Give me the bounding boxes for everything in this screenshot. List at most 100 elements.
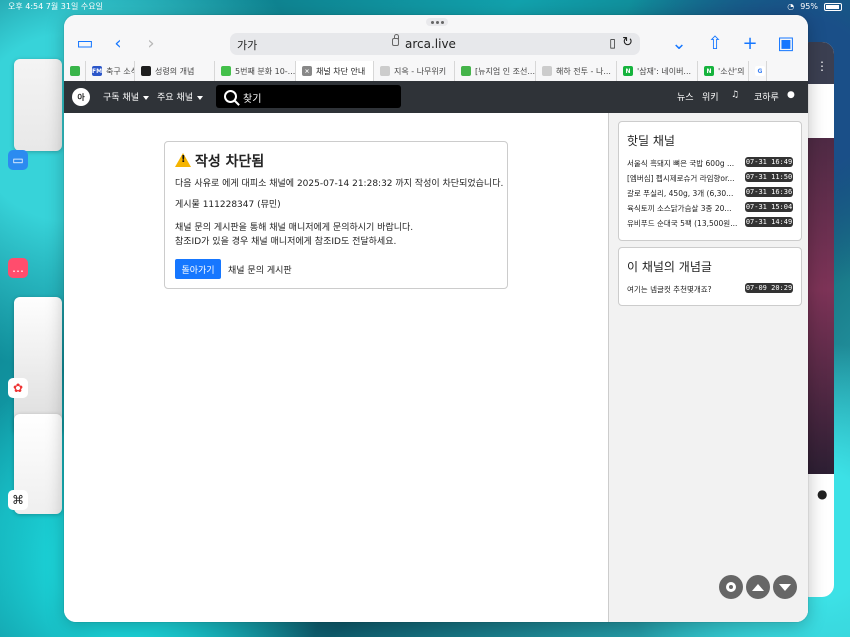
new-tab-icon[interactable]: + bbox=[739, 33, 761, 54]
tab-google[interactable]: G bbox=[749, 61, 767, 81]
back-button[interactable]: 돌아가기 bbox=[175, 259, 221, 279]
arrow-down-icon bbox=[779, 583, 791, 591]
tab-sosan-naver[interactable]: N '소산'의 bbox=[698, 61, 749, 81]
tab-haeha-battle[interactable]: 해하 전투 - 나... bbox=[536, 61, 617, 81]
mail-favicon-icon bbox=[461, 66, 471, 76]
warning-icon bbox=[175, 153, 191, 167]
arca-logo-icon[interactable]: 아 bbox=[72, 88, 90, 106]
address-bar[interactable]: 가가 arca.live ▯ ↻ bbox=[230, 33, 640, 55]
channel-best-posts-card: 이 채널의 개념글 여기는 넴글컷 추천몇개죠? 07-09 20:29 bbox=[618, 247, 802, 306]
username-link[interactable]: 코하루 bbox=[754, 90, 779, 103]
tab-label: 5번째 분화 10-... bbox=[235, 66, 296, 76]
search-placeholder: 찾기 bbox=[243, 94, 262, 105]
chatgpt-icon[interactable]: ⌘ bbox=[8, 490, 28, 510]
close-favicon-icon[interactable]: × bbox=[302, 66, 312, 76]
tab-green-badge[interactable] bbox=[64, 61, 86, 81]
post-date: 07-09 20:29 bbox=[745, 283, 793, 293]
chat-icon[interactable]: … bbox=[8, 258, 28, 278]
tab-label: 축구 소식 bbox=[106, 66, 135, 76]
reload-icon[interactable]: ↻ bbox=[622, 35, 633, 50]
list-item[interactable]: 갈로 푸실리, 450g, 3개 (6,30... 07-31 16:36 bbox=[627, 187, 793, 199]
notice-title: 작성 차단됨 bbox=[175, 151, 264, 171]
news-link[interactable]: 뉴스 bbox=[677, 90, 694, 103]
reader-icon[interactable]: ▯ bbox=[609, 36, 616, 50]
left-dock: ▭ … ✿ ⌘ bbox=[8, 150, 32, 520]
tab-label: 성령의 개념 bbox=[155, 66, 195, 76]
battery-percent: 95% bbox=[800, 2, 818, 11]
window-handle-icon[interactable] bbox=[426, 18, 448, 26]
list-item[interactable]: 여기는 넴글컷 추천몇개죠? 07-09 20:29 bbox=[627, 283, 793, 295]
contact-instruction-text: 채널 문의 게시판을 통해 채널 매니저에게 문의하시기 바랍니다. bbox=[175, 223, 414, 233]
settings-button[interactable] bbox=[719, 575, 743, 599]
tab-samjae-naver[interactable]: N '삼재': 네이버... bbox=[617, 61, 698, 81]
post-title[interactable]: 여기는 넴글컷 추천몇개죠? bbox=[627, 284, 739, 295]
tab-hell-namuwiki[interactable]: 지옥 - 나무위키 bbox=[374, 61, 455, 81]
post-title[interactable]: 유비푸드 순대국 5팩 (13,500원... bbox=[627, 218, 739, 229]
list-item[interactable]: 육식토끼 소스닭가슴살 3종 20... 07-31 15:04 bbox=[627, 202, 793, 214]
share-icon[interactable]: ⇧ bbox=[704, 33, 726, 54]
comment-favicon-icon bbox=[221, 66, 231, 76]
microphone-icon[interactable]: ● bbox=[817, 487, 827, 501]
tab-channel-block-notice[interactable]: × 채널 차단 안내 bbox=[296, 61, 374, 81]
tab-holy-spirit[interactable]: 성령의 개념 bbox=[135, 61, 215, 81]
left-preview-window-1[interactable] bbox=[14, 59, 62, 151]
download-icon[interactable]: ⌄ bbox=[668, 33, 690, 54]
green-favicon-icon bbox=[70, 66, 80, 76]
right-window-menu-icon[interactable]: ⋮ bbox=[816, 59, 828, 73]
fm-favicon-icon: FM bbox=[91, 66, 103, 76]
naver-favicon-icon: N bbox=[704, 66, 714, 76]
subscribed-channels-menu[interactable]: 구독 채널 bbox=[103, 90, 149, 103]
tab-label: [뉴지엄 인 조선... bbox=[475, 66, 535, 76]
tab-label: '삼재': 네이버... bbox=[637, 66, 692, 76]
post-title[interactable]: [엠버심] 펩시제로슈거 라임향or... bbox=[627, 173, 739, 184]
main-channels-menu[interactable]: 주요 채널 bbox=[157, 90, 203, 103]
back-arrow-icon[interactable]: ‹ bbox=[107, 33, 129, 54]
page-content: 작성 차단됨 다음 사유로 에게 대피소 채널에 2025-07-14 21:2… bbox=[64, 113, 808, 622]
sidebar-toggle-icon[interactable]: ▭ bbox=[74, 33, 96, 54]
wifi-icon: ◔ bbox=[787, 2, 795, 11]
post-reference-text: 게시물 111228347 (뮤민) bbox=[175, 200, 281, 210]
right-sidebar: 핫딜 채널 서울식 흑돼지 뼈은 국밥 600g ... 07-31 16:49 … bbox=[608, 113, 808, 622]
system-status-bar: 오후 4:54 7월 31일 수요일 ◔ 95% bbox=[0, 0, 850, 14]
post-date: 07-31 11:50 bbox=[745, 172, 793, 182]
channel-best-posts-title: 이 채널의 개념글 bbox=[627, 260, 712, 274]
text-size-button[interactable]: 가가 bbox=[237, 37, 257, 53]
hot-deals-title: 핫딜 채널 bbox=[627, 134, 675, 148]
photos-icon[interactable]: ✿ bbox=[8, 378, 28, 398]
tab-newseum[interactable]: [뉴지엄 인 조선... bbox=[455, 61, 536, 81]
arrow-up-icon bbox=[752, 583, 764, 591]
safari-toolbar: ▭ ‹ › 가가 arca.live ▯ ↻ ⌄ ⇧ + ▣ FM 축구 소식 성… bbox=[64, 15, 808, 82]
google-favicon-icon: G bbox=[755, 66, 765, 76]
wiki-link[interactable]: 위키 bbox=[702, 90, 719, 103]
dark-favicon-icon bbox=[141, 66, 151, 76]
gear-icon bbox=[726, 582, 736, 592]
notice-title-text: 작성 차단됨 bbox=[195, 154, 265, 170]
battery-icon bbox=[824, 3, 842, 11]
site-search-input[interactable]: 찾기 bbox=[216, 85, 401, 108]
tabs-overview-icon[interactable]: ▣ bbox=[775, 33, 797, 54]
post-date: 07-31 16:36 bbox=[745, 187, 793, 197]
post-title[interactable]: 갈로 푸실리, 450g, 3개 (6,30... bbox=[627, 188, 739, 199]
tab-fifth-split[interactable]: 5번째 분화 10-... bbox=[215, 61, 296, 81]
post-title[interactable]: 육식토끼 소스닭가슴살 3종 20... bbox=[627, 203, 739, 214]
list-item[interactable]: 서울식 흑돼지 뼈은 국밥 600g ... 07-31 16:49 bbox=[627, 157, 793, 169]
reference-id-instruction-text: 참조ID가 있을 경우 채널 매니저에게 참조ID도 전달하세요. bbox=[175, 237, 397, 247]
list-item[interactable]: 유비푸드 순대국 5팩 (13,500원... 07-31 14:49 bbox=[627, 217, 793, 229]
post-title[interactable]: 서울식 흑돼지 뼈은 국밥 600g ... bbox=[627, 158, 739, 169]
channel-inquiry-link[interactable]: 채널 문의 게시판 bbox=[228, 263, 292, 276]
scroll-down-button[interactable] bbox=[773, 575, 797, 599]
scroll-up-button[interactable] bbox=[746, 575, 770, 599]
forward-arrow-icon[interactable]: › bbox=[140, 33, 162, 54]
url-text[interactable]: arca.live bbox=[405, 37, 456, 51]
gray-favicon-icon bbox=[380, 66, 390, 76]
notification-bell-icon[interactable]: ♫ bbox=[731, 90, 739, 100]
post-date: 07-31 14:49 bbox=[745, 217, 793, 227]
browser-tab-strip: FM 축구 소식 성령의 개념 5번째 분화 10-... × 채널 차단 안내 지… bbox=[64, 61, 808, 81]
tab-label: '소산'의 bbox=[718, 66, 745, 76]
gray-favicon-icon bbox=[542, 66, 552, 76]
user-icon[interactable]: ● bbox=[787, 90, 795, 100]
tab-label: 지옥 - 나무위키 bbox=[394, 66, 447, 76]
tab-soccer-news[interactable]: FM 축구 소식 bbox=[86, 61, 135, 81]
folder-icon[interactable]: ▭ bbox=[8, 150, 28, 170]
list-item[interactable]: [엠버심] 펩시제로슈거 라임향or... 07-31 11:50 bbox=[627, 172, 793, 184]
